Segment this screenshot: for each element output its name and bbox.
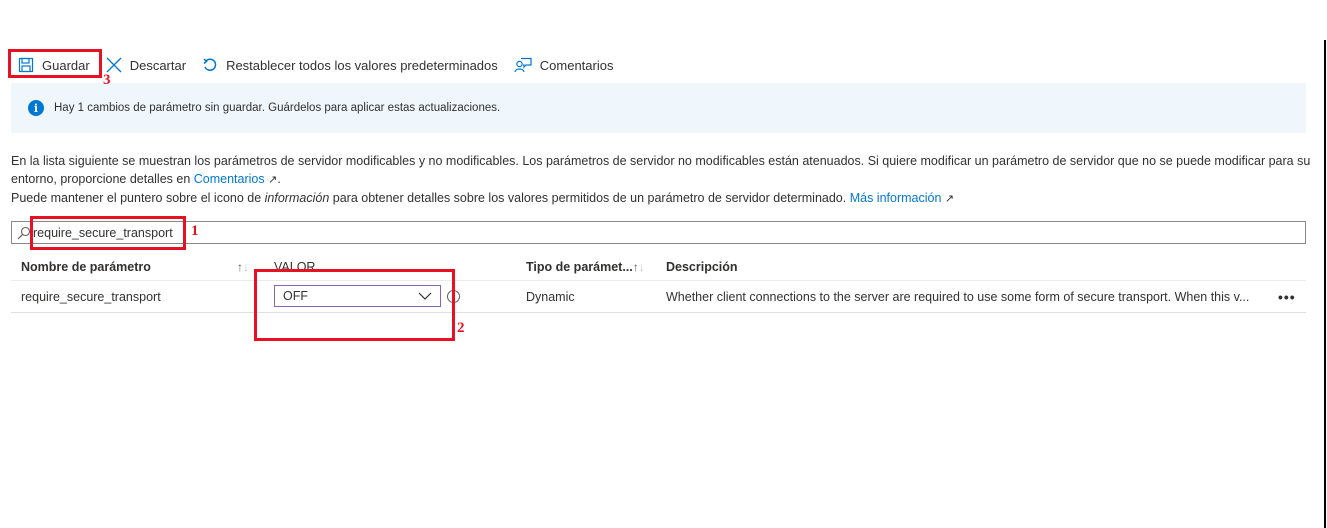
description-line2-post: para obtener detalles sobre los valores …: [329, 191, 850, 205]
feedback-link[interactable]: Comentarios: [194, 172, 265, 186]
info-icon: i: [28, 100, 44, 116]
reset-defaults-button[interactable]: Restablecer todos los valores predetermi…: [202, 57, 498, 73]
column-header-name[interactable]: Nombre de parámetro: [21, 254, 151, 280]
parameter-type: Dynamic: [526, 289, 575, 304]
unsaved-changes-banner: i Hay 1 cambios de parámetro sin guardar…: [11, 83, 1306, 133]
external-link-icon: ↗: [944, 193, 955, 205]
feedback-icon: [514, 57, 532, 73]
column-header-type[interactable]: Tipo de parámet... ↑↓: [526, 254, 645, 280]
search-icon: [17, 226, 31, 239]
annotation-box-save: [8, 49, 102, 78]
column-header-type-label: Tipo de parámet...: [526, 260, 633, 274]
column-header-description-label: Descripción: [666, 260, 738, 274]
discard-button[interactable]: Descartar: [106, 57, 186, 73]
reset-defaults-label: Restablecer todos los valores predetermi…: [226, 57, 498, 73]
description-line2-pre: Puede mantener el puntero sobre el icono…: [11, 191, 265, 205]
feedback-button[interactable]: Comentarios: [514, 57, 614, 73]
discard-label: Descartar: [129, 57, 187, 73]
external-link-icon: ↗: [268, 174, 278, 186]
learn-more-link[interactable]: Más información: [850, 191, 942, 205]
table-header: Nombre de parámetro ↑ ↓ VALOR Tipo de par…: [11, 254, 1306, 281]
annotation-box-search: [30, 216, 186, 250]
description-line2-em: información: [264, 191, 330, 205]
undo-icon: [203, 58, 217, 71]
column-header-description[interactable]: Descripción: [666, 254, 738, 280]
sort-icon[interactable]: ↑ ↓: [237, 254, 249, 280]
page-description: En la lista siguiente se muestran los pa…: [11, 154, 1311, 205]
banner-message: Hay 1 cambios de parámetro sin guardar. …: [54, 102, 501, 114]
annotation-number-3: 3: [103, 72, 111, 88]
annotation-number-1: 1: [191, 223, 199, 239]
feedback-label: Comentarios: [539, 57, 614, 73]
sort-icon: ↑↓: [632, 260, 645, 274]
parameter-description: Whether client connections to the server…: [666, 289, 1250, 304]
more-icon[interactable]: •••: [1278, 281, 1296, 312]
annotation-number-2: 2: [457, 320, 465, 336]
parameter-name: require_secure_transport: [21, 289, 161, 304]
window-edge: [1324, 40, 1326, 528]
close-icon: [106, 57, 122, 73]
search-box: [11, 221, 1306, 244]
annotation-box-value: [254, 269, 455, 341]
column-header-name-label: Nombre de parámetro: [21, 260, 151, 274]
table-row[interactable]: require_secure_transport OFF Dynamic Whe…: [11, 281, 1306, 313]
